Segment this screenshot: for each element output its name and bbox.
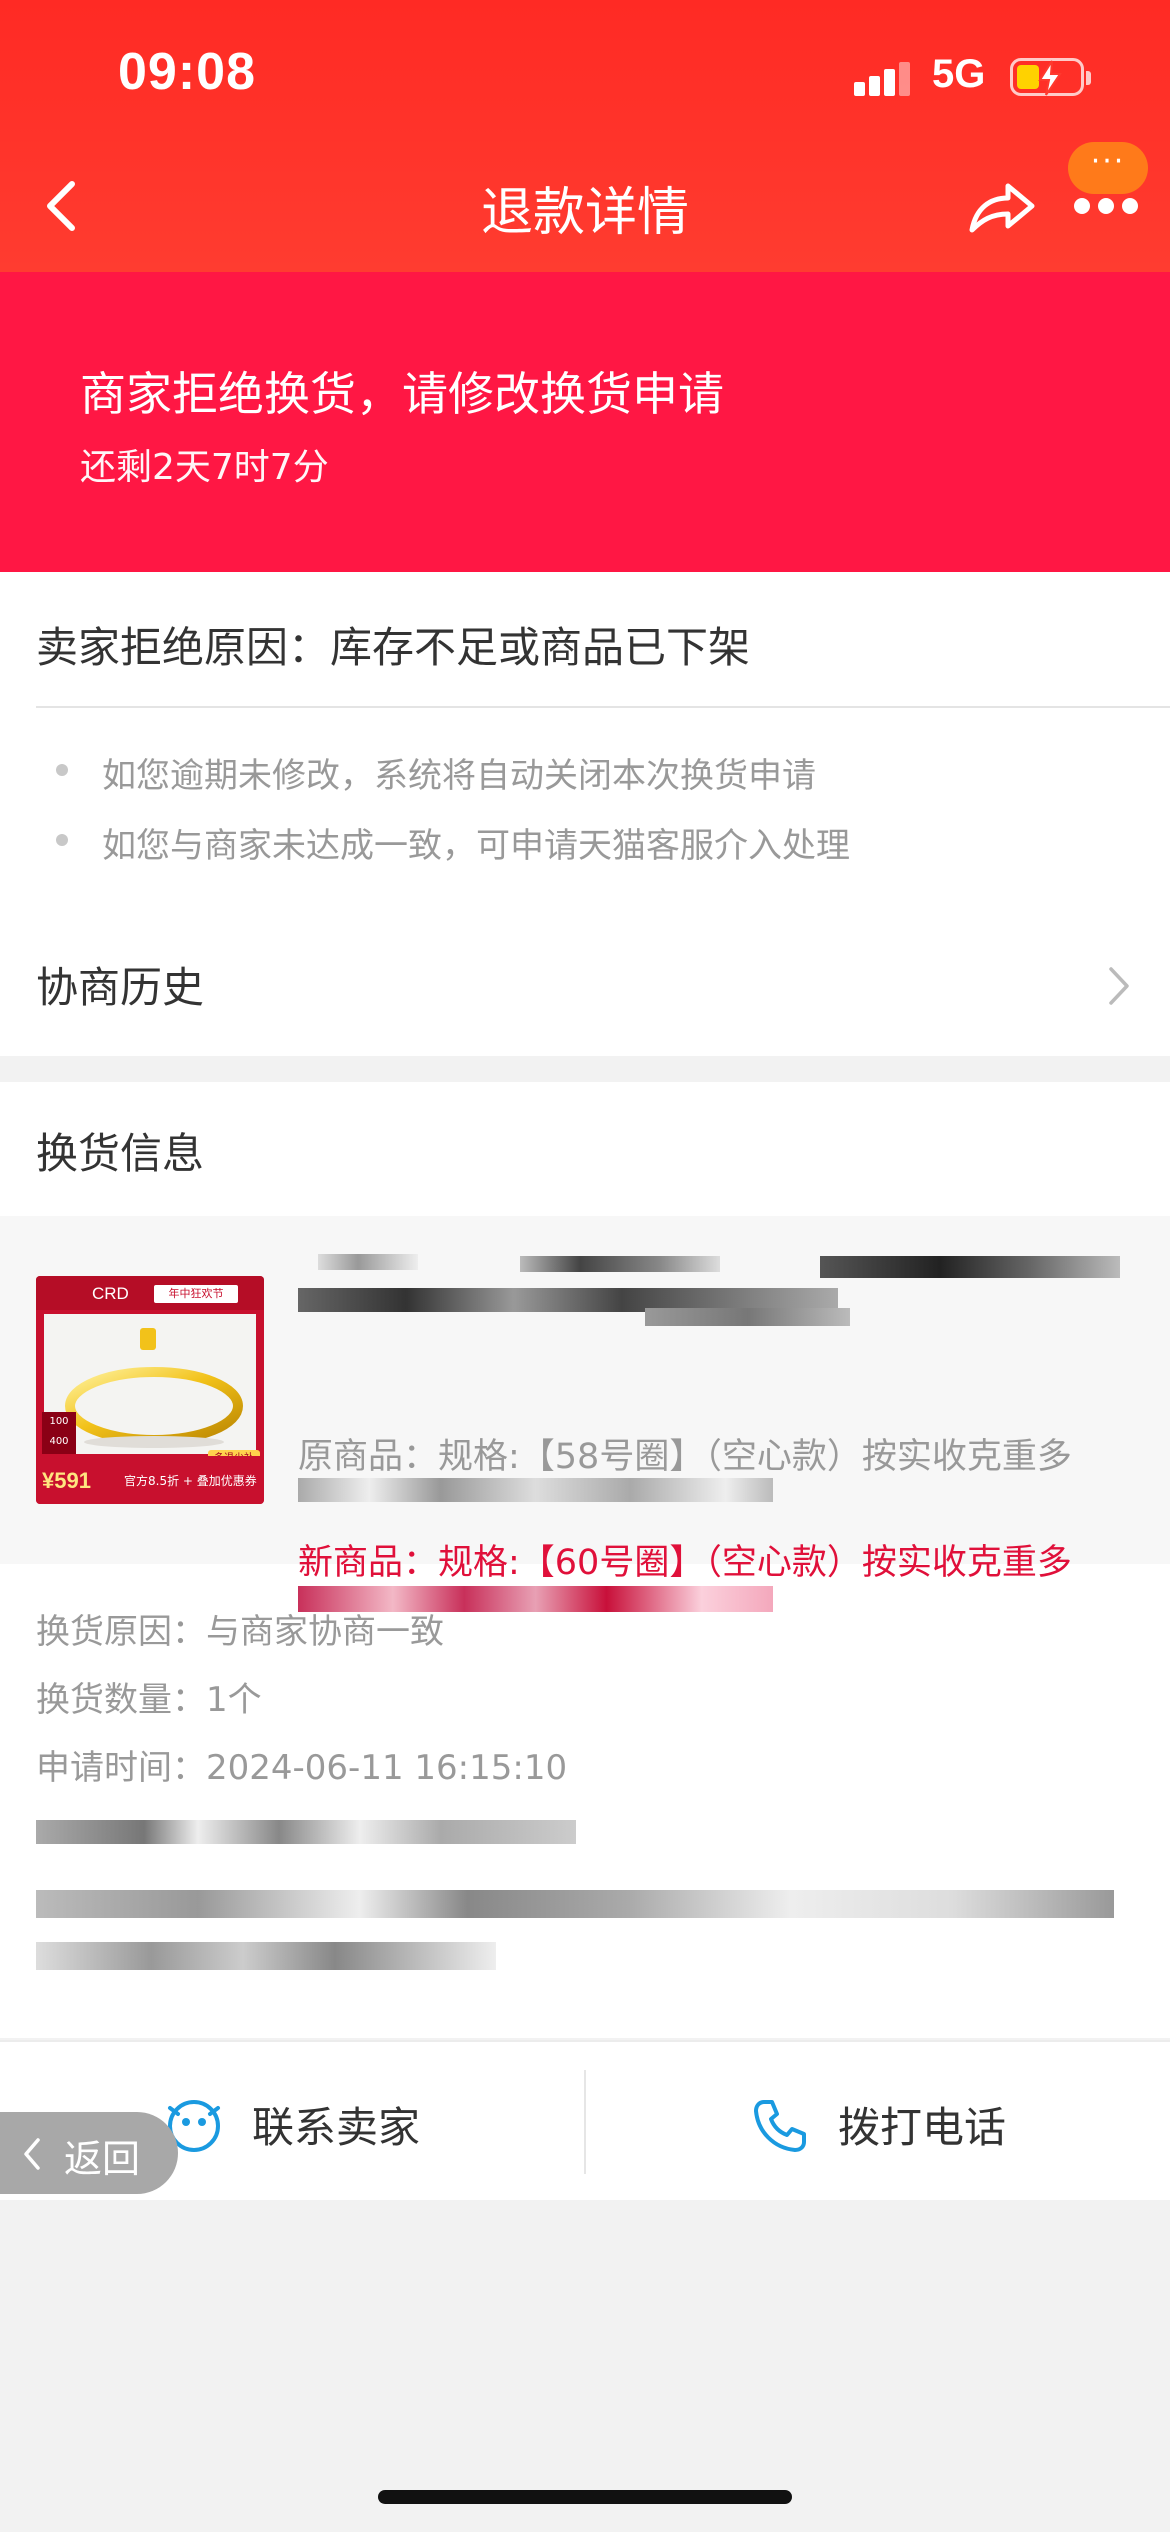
exchange-info-card: 换货信息 CRD 年中狂欢节 100 400 ¥591 官方8.5折 + 叠加优… bbox=[0, 1082, 1170, 2038]
floating-back-button[interactable]: 返回 bbox=[0, 2112, 178, 2194]
chevron-right-icon bbox=[1109, 967, 1129, 1005]
original-spec: 原商品：规格:【58号圈】（空心款）按实收克重多 bbox=[298, 1437, 1072, 1477]
tip-item: 如您逾期未修改，系统将自动关闭本次换货申请 bbox=[102, 756, 816, 796]
share-icon[interactable] bbox=[966, 174, 1038, 238]
product-item[interactable]: CRD 年中狂欢节 100400 多退少补 bbox=[0, 1216, 1170, 1612]
bullet-dot bbox=[56, 834, 68, 846]
negotiation-history-label: 协商历史 bbox=[36, 963, 205, 1012]
more-icon[interactable] bbox=[1070, 198, 1140, 218]
header: 09:08 5G 退款详情 ··· bbox=[0, 0, 1170, 272]
divider bbox=[36, 706, 1170, 708]
exchange-quantity: 换货数量：1个 bbox=[36, 1680, 262, 1720]
exchange-reason: 换货原因：与商家协商一致 bbox=[36, 1612, 444, 1652]
status-banner: 商家拒绝换货，请修改换货申请 还剩2天7时7分 bbox=[0, 272, 1170, 572]
message-badge[interactable]: ··· bbox=[1068, 142, 1148, 194]
status-time: 09:08 bbox=[118, 43, 256, 101]
call-phone-label: 拨打电话 bbox=[838, 2103, 1007, 2152]
section-title: 换货信息 bbox=[36, 1129, 205, 1178]
signal-icon bbox=[854, 62, 912, 96]
new-spec: 新商品：规格:【60号圈】（空心款）按实收克重多 bbox=[298, 1543, 1072, 1583]
bottom-action-bar: 联系卖家 拨打电话 bbox=[0, 2040, 1170, 2200]
price-card: 100 400 bbox=[42, 1412, 76, 1454]
brand-tag: 年中狂欢节 bbox=[154, 1285, 238, 1303]
phone-icon bbox=[754, 2100, 806, 2152]
home-indicator[interactable] bbox=[378, 2490, 792, 2504]
reason-card: 卖家拒绝原因：库存不足或商品已下架 如您逾期未修改，系统将自动关闭本次换货申请 … bbox=[0, 572, 1170, 1056]
apply-time: 申请时间：2024-06-11 16:15:10 bbox=[36, 1748, 568, 1788]
call-phone-button[interactable]: 拨打电话 bbox=[586, 2042, 1170, 2202]
chevron-left-icon bbox=[24, 2138, 40, 2170]
negotiation-history-row[interactable]: 协商历史 bbox=[0, 912, 1170, 1022]
back-label: 返回 bbox=[64, 2137, 141, 2181]
promo-text: 官方8.5折 + 叠加优惠券 bbox=[124, 1474, 257, 1488]
countdown-text: 还剩2天7时7分 bbox=[80, 447, 329, 488]
tip-item: 如您与商家未达成一致，可申请天猫客服介入处理 bbox=[102, 826, 850, 866]
redacted-original-detail bbox=[298, 1478, 773, 1502]
reject-reason: 卖家拒绝原因：库存不足或商品已下架 bbox=[36, 623, 751, 672]
status-title: 商家拒绝换货，请修改换货申请 bbox=[80, 367, 724, 421]
product-thumbnail[interactable]: CRD 年中狂欢节 100400 多退少补 bbox=[36, 1276, 264, 1504]
bullet-dot bbox=[56, 764, 68, 776]
battery-icon bbox=[1010, 58, 1091, 96]
contact-seller-label: 联系卖家 bbox=[252, 2103, 421, 2152]
product-logo: CRD bbox=[92, 1284, 129, 1303]
product-price: ¥591 bbox=[42, 1468, 91, 1493]
network-label: 5G bbox=[932, 52, 986, 96]
